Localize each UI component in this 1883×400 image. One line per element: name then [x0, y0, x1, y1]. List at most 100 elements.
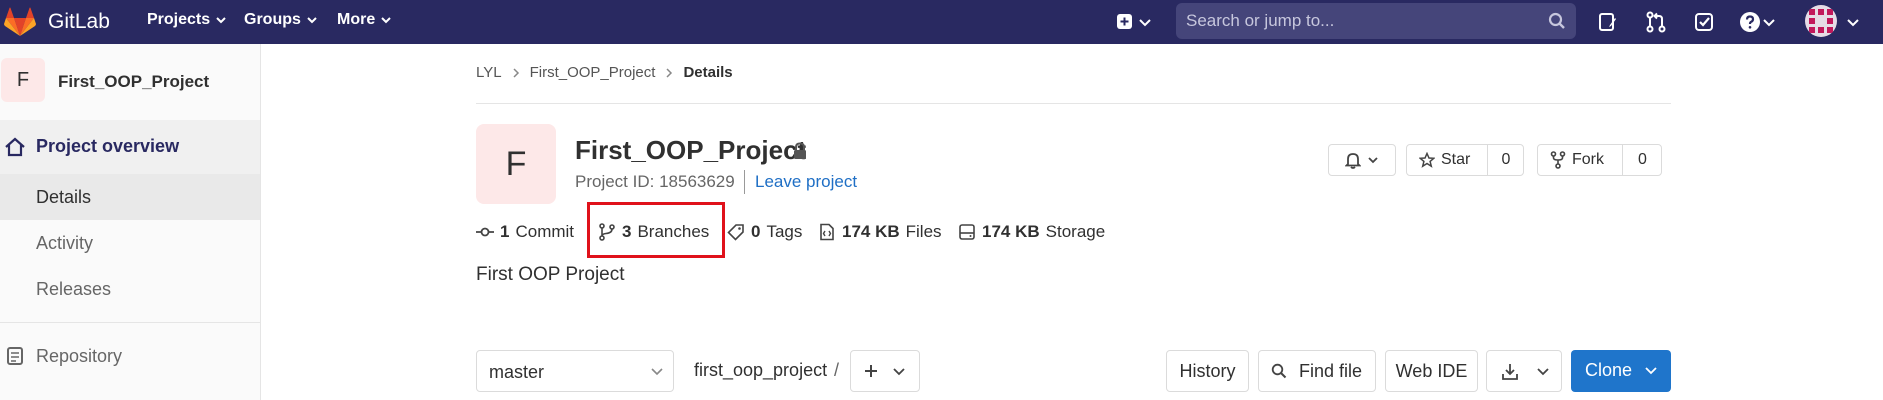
document-icon: [7, 347, 23, 365]
fork-icon: [1550, 151, 1566, 169]
storage-icon: [959, 224, 975, 240]
top-navbar: GitLab Projects Groups More: [0, 0, 1883, 44]
chevron-down-icon: [893, 368, 905, 376]
branch-name: master: [489, 362, 545, 382]
sidebar-item-label: Activity: [36, 233, 94, 253]
repo-path[interactable]: first_oop_project: [694, 360, 827, 381]
star-label: Star: [1441, 151, 1471, 168]
sidebar-project-name: First_OOP_Project: [58, 72, 210, 91]
chevron-right-icon: [513, 67, 519, 78]
sidebar-project-header[interactable]: F First_OOP_Project: [0, 44, 260, 120]
commit-icon: [476, 227, 494, 237]
stat-storage[interactable]: 174 KB Storage: [958, 222, 1105, 242]
sidebar-item-releases[interactable]: Releases: [0, 266, 260, 312]
stat-commits[interactable]: 1 Commit: [476, 222, 574, 242]
breadcrumb-item[interactable]: First_OOP_Project: [530, 64, 656, 81]
sidebar-item-label: Project overview: [36, 136, 180, 156]
sidebar-item-repository[interactable]: Repository: [0, 334, 260, 380]
chevron-down-icon: [1368, 157, 1378, 164]
sidebar-item-label: Repository: [36, 346, 123, 366]
branch-selector[interactable]: master: [476, 350, 674, 392]
sidebar-divider: [0, 322, 260, 323]
plus-icon: [865, 365, 877, 377]
more-menu-label: More: [337, 11, 376, 28]
project-title: First_OOP_Project: [575, 135, 807, 165]
stat-files[interactable]: 174 KB Files: [818, 222, 942, 242]
stat-tags[interactable]: 0 Tags: [727, 222, 802, 242]
issues-icon[interactable]: [1596, 10, 1620, 34]
chevron-down-icon: [216, 17, 226, 24]
brand-name[interactable]: GitLab: [48, 10, 110, 34]
leave-project-link[interactable]: Leave project: [755, 172, 857, 192]
commits-count: 1: [500, 222, 510, 241]
star-count[interactable]: 0: [1487, 145, 1524, 175]
notification-button[interactable]: [1328, 144, 1396, 176]
web-ide-button[interactable]: Web IDE: [1385, 350, 1478, 392]
files-label: Files: [905, 222, 942, 241]
gitlab-logo-icon[interactable]: [4, 7, 36, 37]
plus-square-icon[interactable]: [1114, 10, 1138, 34]
projects-menu[interactable]: Projects: [147, 11, 226, 29]
commits-label: Commit: [515, 222, 575, 241]
clone-label: Clone: [1585, 360, 1633, 380]
path-separator: /: [834, 360, 840, 380]
tags-label: Tags: [766, 222, 803, 241]
chevron-down-icon: [307, 17, 317, 24]
download-button[interactable]: [1486, 350, 1562, 392]
home-icon: [5, 137, 25, 157]
search-icon: [1548, 12, 1565, 29]
chevron-down-icon[interactable]: [1762, 10, 1776, 34]
chevron-down-icon: [1537, 368, 1549, 376]
help-icon[interactable]: [1738, 10, 1762, 34]
project-avatar-small: F: [1, 58, 45, 102]
star-icon: [1419, 152, 1435, 168]
breadcrumb-divider: [476, 103, 1671, 104]
search-input[interactable]: [1186, 3, 1526, 39]
project-description: First OOP Project: [476, 264, 625, 285]
file-icon: [820, 223, 834, 241]
avatar-pattern-icon: [1809, 9, 1833, 33]
add-to-tree-button[interactable]: [850, 350, 920, 392]
breadcrumb-item[interactable]: LYL: [476, 64, 502, 81]
chevron-right-icon: [666, 67, 673, 78]
fork-button[interactable]: Fork 0: [1537, 144, 1662, 176]
bell-icon: [1345, 153, 1361, 169]
chevron-down-icon[interactable]: [1846, 10, 1860, 34]
search-box[interactable]: [1176, 3, 1576, 39]
sidebar-item-label: Releases: [36, 279, 112, 299]
groups-menu[interactable]: Groups: [244, 11, 317, 29]
find-file-button[interactable]: Find file: [1258, 350, 1376, 392]
tag-icon: [727, 224, 744, 241]
storage-label: Storage: [1045, 222, 1106, 241]
download-icon: [1502, 364, 1518, 380]
fork-count[interactable]: 0: [1622, 145, 1662, 175]
more-menu[interactable]: More: [337, 11, 391, 29]
branches-highlight-box: [587, 202, 725, 258]
sidebar-item-project-overview[interactable]: Project overview: [0, 120, 260, 174]
storage-size: 174 KB: [982, 222, 1040, 241]
projects-menu-label: Projects: [147, 11, 211, 28]
sidebar-item-activity[interactable]: Activity: [0, 220, 260, 266]
chevron-down-icon[interactable]: [1138, 10, 1152, 34]
project-id-divider: [744, 170, 745, 194]
chevron-down-icon: [381, 17, 391, 24]
user-avatar[interactable]: [1805, 5, 1837, 37]
breadcrumb-current[interactable]: Details: [683, 64, 732, 81]
star-button[interactable]: Star 0: [1406, 144, 1524, 176]
search-icon: [1271, 363, 1287, 379]
fork-label: Fork: [1572, 151, 1604, 168]
groups-menu-label: Groups: [244, 11, 301, 28]
find-file-label: Find file: [1299, 361, 1363, 381]
clone-button[interactable]: Clone: [1571, 350, 1671, 392]
lock-icon: [794, 142, 806, 159]
sidebar-item-label: Details: [36, 187, 92, 207]
project-sidebar: F First_OOP_Project Project overview Det…: [0, 44, 261, 400]
chevron-down-icon: [651, 368, 663, 376]
todo-icon[interactable]: [1692, 10, 1716, 34]
merge-requests-icon[interactable]: [1644, 10, 1668, 34]
sidebar-item-details[interactable]: Details: [0, 174, 260, 220]
project-id: Project ID: 18563629: [575, 172, 735, 191]
history-button[interactable]: History: [1166, 350, 1249, 392]
files-size: 174 KB: [842, 222, 900, 241]
breadcrumb: LYL First_OOP_Project Details: [476, 64, 733, 81]
